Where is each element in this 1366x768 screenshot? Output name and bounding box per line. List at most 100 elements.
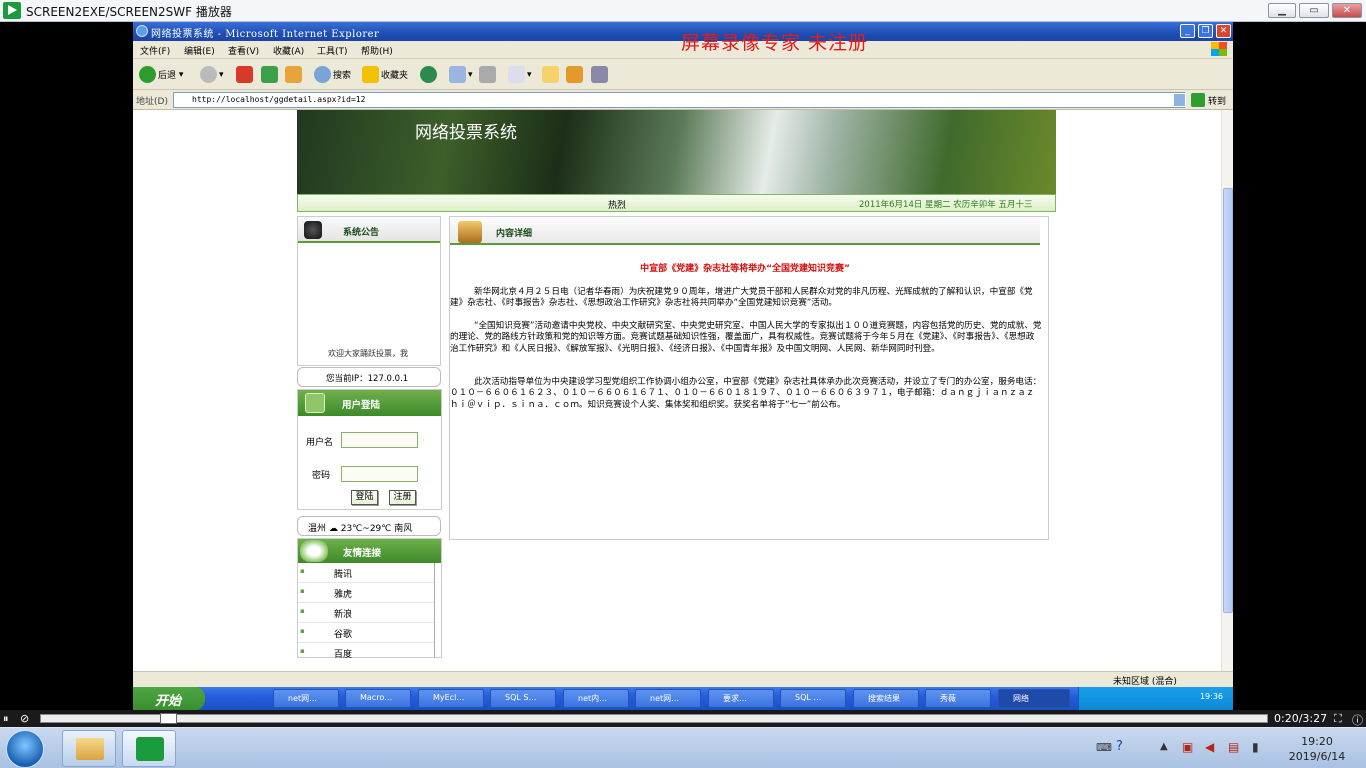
link-yahoo[interactable]: 雅虎 <box>298 583 434 603</box>
register-button[interactable]: 注册 <box>389 490 416 505</box>
fullscreen-icon[interactable]: ⛶ <box>1334 712 1342 726</box>
stop-icon <box>236 66 253 83</box>
menu-view[interactable]: 查看(V) <box>228 44 259 57</box>
print-button[interactable] <box>479 65 498 84</box>
xp-clock: 19:36 <box>1199 692 1223 701</box>
menu-help[interactable]: 帮助(H) <box>361 44 393 57</box>
settings-icon[interactable]: ⊘ <box>20 712 29 725</box>
clock-time: 19:20 <box>1301 735 1333 748</box>
help-icon[interactable]: ? <box>1116 739 1123 754</box>
favorites-button[interactable]: 收藏夹 <box>362 65 408 84</box>
scrollbar-thumb[interactable] <box>1223 188 1233 613</box>
xp-task[interactable]: SQL S… <box>490 689 556 708</box>
address-dropdown[interactable] <box>1173 93 1186 107</box>
go-button[interactable]: 转到 <box>1191 93 1226 107</box>
win7-clock[interactable]: 19:20 2019/6/14 <box>1282 734 1352 764</box>
xp-start-button[interactable]: 开始 <box>133 687 205 710</box>
weather-box: 温州 ☁ 23℃~29℃ 南风 <box>297 516 441 536</box>
hot-bar: 热烈 2011年6月14日 星期二 农历辛卯年 五月十三 <box>297 194 1056 212</box>
xp-task[interactable]: 搜索结果 <box>853 689 919 708</box>
page-scrollbar[interactable] <box>1221 110 1233 671</box>
login-button[interactable]: 登陆 <box>351 490 378 505</box>
xp-task[interactable]: net网… <box>635 689 701 708</box>
ie-icon <box>136 25 148 37</box>
username-input[interactable] <box>341 432 418 448</box>
xp-task[interactable]: Macro… <box>345 689 411 708</box>
discuss-button[interactable] <box>542 65 561 84</box>
edit-button[interactable]: ▾ <box>508 65 532 84</box>
menu-file[interactable]: 文件(F) <box>140 44 170 57</box>
research-button[interactable] <box>591 65 610 84</box>
refresh-button[interactable] <box>261 65 280 84</box>
edit-icon <box>508 66 525 83</box>
win7-start-button[interactable] <box>6 730 44 768</box>
volume-muted-icon[interactable]: ◀ <box>1205 740 1214 754</box>
printer-icon <box>479 66 496 83</box>
stop-button[interactable] <box>236 65 255 84</box>
search-button[interactable]: 搜索 <box>314 65 351 84</box>
xp-task[interactable]: net内… <box>563 689 629 708</box>
password-input[interactable] <box>341 466 418 482</box>
home-button[interactable] <box>285 65 304 84</box>
minimize-button[interactable]: ▁ <box>1268 3 1296 18</box>
link-google[interactable]: 谷歌 <box>298 623 434 643</box>
ie-title: 网络投票系统 - Microsoft Internet Explorer <box>151 29 380 40</box>
xp-task[interactable]: 要求… <box>708 689 774 708</box>
clock-date: 2019/6/14 <box>1288 750 1346 763</box>
progress-handle[interactable] <box>160 713 177 724</box>
menu-edit[interactable]: 编辑(E) <box>184 44 215 57</box>
ie-toolbar: 后退 ▾ ▾ 搜索 收藏夹 ▾ ▾ <box>133 59 1233 90</box>
xp-task-active[interactable]: 网络 <box>998 689 1070 708</box>
links-panel: 友情连接 腾讯 雅虎 新浪 谷歌 百度 <box>297 538 442 660</box>
notice-icon <box>304 221 322 239</box>
note-icon <box>542 66 559 83</box>
web-page: 网络投票系统 热烈 2011年6月14日 星期二 农历辛卯年 五月十三 系统公告… <box>133 110 1221 671</box>
xp-task[interactable]: 秀薇 <box>925 689 991 708</box>
device-icon[interactable]: ▣ <box>1182 740 1193 754</box>
menu-tools[interactable]: 工具(T) <box>317 44 348 57</box>
research-icon <box>591 66 608 83</box>
xp-task[interactable]: net网… <box>273 689 339 708</box>
keyboard-icon[interactable]: ⌨ <box>1096 741 1112 754</box>
links-title: 友情连接 <box>343 548 382 559</box>
links-scrollbar[interactable] <box>434 563 441 657</box>
back-button[interactable]: 后退 ▾ <box>139 65 183 84</box>
network-error-icon[interactable]: ▤ <box>1228 740 1239 754</box>
xp-task[interactable]: SQL … <box>780 689 846 708</box>
explorer-taskbar-button[interactable] <box>62 730 116 767</box>
progress-bar[interactable] <box>40 714 1268 723</box>
site-title: 网络投票系统 <box>415 123 517 143</box>
mail-button[interactable]: ▾ <box>449 65 473 84</box>
ie-maximize-button[interactable]: ❐ <box>1198 24 1213 38</box>
ie-close-button[interactable]: ✕ <box>1216 24 1231 38</box>
link-tencent[interactable]: 腾讯 <box>298 563 434 583</box>
content-header: 内容详细 <box>450 217 1040 245</box>
ip-display: 您当前IP：127.0.0.1 <box>297 367 441 387</box>
notice-marquee[interactable]: 欢迎大家踊跃投票，我 <box>328 348 408 359</box>
refresh-icon <box>261 66 278 83</box>
messenger-button[interactable] <box>566 65 585 84</box>
ie-minimize-button[interactable]: _ <box>1180 24 1195 38</box>
password-label: 密码 <box>312 471 331 481</box>
media-button[interactable] <box>420 65 439 84</box>
close-button[interactable]: ✕ <box>1332 3 1362 18</box>
pause-icon[interactable]: ⏸ <box>3 712 9 726</box>
security-zone: 未知区域 (混合) <box>1113 677 1177 687</box>
tray-expand-icon[interactable]: ▲ <box>1160 741 1168 752</box>
player-taskbar-button[interactable] <box>122 730 176 767</box>
menu-favorites[interactable]: 收藏(A) <box>273 44 304 57</box>
address-bar: 地址(D) http://localhost/ggdetail.aspx?id=… <box>133 90 1233 110</box>
article-title: 中宣部《党建》杂志社等将举办“全国党建知识竞赛” <box>640 264 850 274</box>
link-baidu[interactable]: 百度 <box>298 643 434 663</box>
link-sina[interactable]: 新浪 <box>298 603 434 623</box>
media-icon <box>420 66 437 83</box>
content-title: 内容详细 <box>496 229 533 239</box>
signal-icon[interactable]: ▮ <box>1252 740 1259 754</box>
article-paragraph-2: “全国知识竞赛”活动邀请中央党校、中央文献研究室、中央党史研究室、中国人民大学的… <box>450 321 1042 354</box>
xp-task[interactable]: MyEcl… <box>418 689 484 708</box>
info-icon[interactable]: ⓘ <box>1352 712 1363 728</box>
address-input[interactable]: http://localhost/ggdetail.aspx?id=12 <box>173 92 1185 108</box>
maximize-button[interactable]: ▭ <box>1299 3 1329 18</box>
address-label: 地址(D) <box>136 97 168 107</box>
forward-button[interactable]: ▾ <box>200 65 224 84</box>
